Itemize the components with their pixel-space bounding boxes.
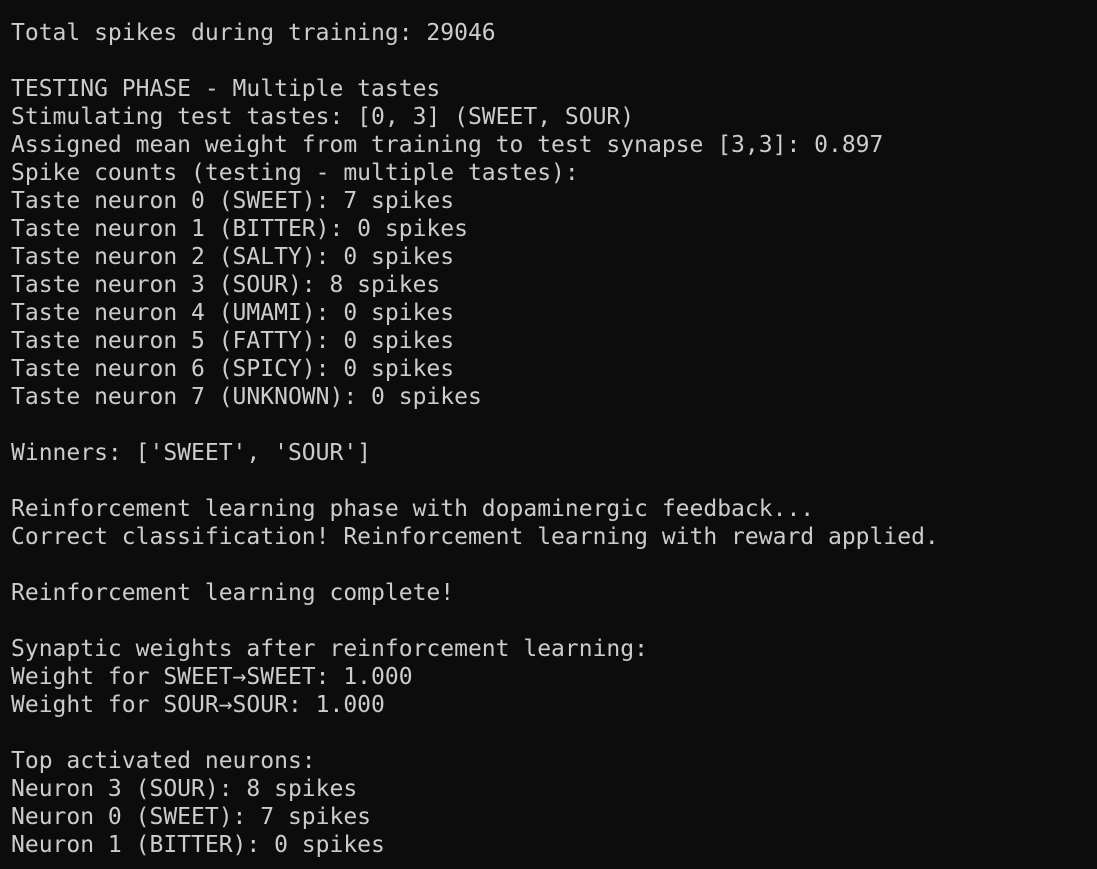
- terminal-line: Reinforcement learning phase with dopami…: [11, 496, 815, 522]
- terminal-line: Taste neuron 1 (BITTER): 0 spikes: [11, 216, 468, 242]
- terminal-line: Weight for SOUR→SOUR: 1.000: [11, 692, 385, 718]
- terminal-line: Weight for SWEET→SWEET: 1.000: [11, 664, 413, 690]
- terminal-line: Neuron 0 (SWEET): 7 spikes: [11, 804, 372, 830]
- terminal-line: Stimulating test tastes: [0, 3] (SWEET, …: [11, 104, 635, 130]
- terminal-output[interactable]: Total spikes during training: 29046 TEST…: [0, 0, 1097, 869]
- terminal-line: Reinforcement learning complete!: [11, 580, 455, 606]
- terminal-line: Neuron 1 (BITTER): 0 spikes: [11, 832, 385, 858]
- terminal-line: Assigned mean weight from training to te…: [11, 132, 884, 158]
- terminal-line: Winners: ['SWEET', 'SOUR']: [11, 440, 372, 466]
- terminal-line: Taste neuron 7 (UNKNOWN): 0 spikes: [11, 384, 482, 410]
- terminal-line: Top activated neurons:: [11, 748, 316, 774]
- terminal-line: Taste neuron 0 (SWEET): 7 spikes: [11, 188, 455, 214]
- terminal-line: Synaptic weights after reinforcement lea…: [11, 636, 648, 662]
- terminal-line: Neuron 3 (SOUR): 8 spikes: [11, 776, 358, 802]
- terminal-line: Correct classification! Reinforcement le…: [11, 524, 939, 550]
- terminal-line: TESTING PHASE - Multiple tastes: [11, 76, 441, 102]
- terminal-line: Taste neuron 6 (SPICY): 0 spikes: [11, 356, 455, 382]
- terminal-line: Taste neuron 2 (SALTY): 0 spikes: [11, 244, 455, 270]
- terminal-line: Taste neuron 3 (SOUR): 8 spikes: [11, 272, 441, 298]
- terminal-line: Taste neuron 5 (FATTY): 0 spikes: [11, 328, 455, 354]
- terminal-line: Spike counts (testing - multiple tastes)…: [11, 160, 579, 186]
- terminal-line: Taste neuron 4 (UMAMI): 0 spikes: [11, 300, 455, 326]
- terminal-line: Total spikes during training: 29046: [11, 20, 496, 46]
